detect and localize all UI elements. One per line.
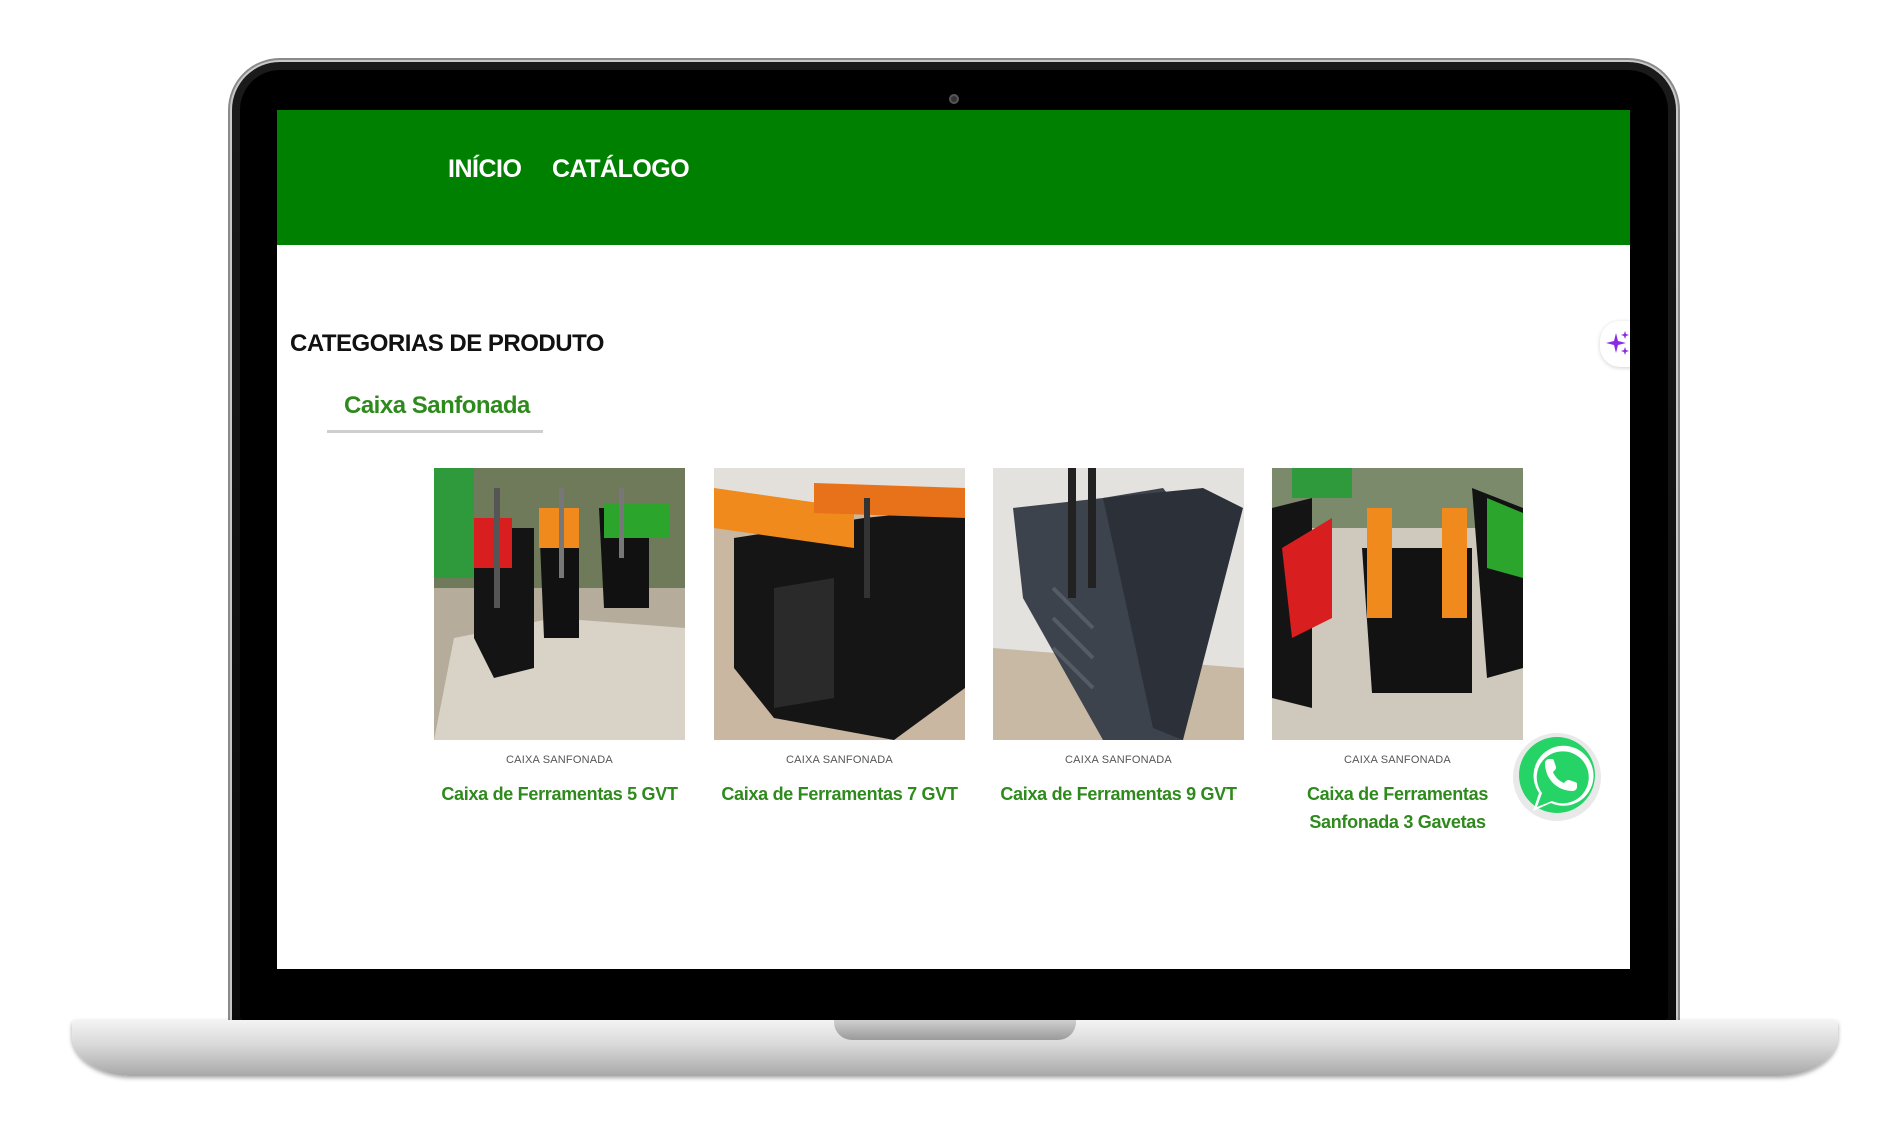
whatsapp-icon — [1513, 733, 1601, 821]
category-tab-label: Caixa Sanfonada — [344, 392, 530, 419]
website-screen: INÍCIO CATÁLOGO CATEGORIAS DE PRODUTO Ca… — [277, 110, 1630, 969]
nav-inicio[interactable]: INÍCIO — [448, 155, 522, 184]
whatsapp-button[interactable] — [1507, 727, 1607, 827]
ai-assistant-button[interactable] — [1600, 321, 1630, 367]
product-image[interactable] — [993, 468, 1244, 740]
section-title: CATEGORIAS DE PRODUTO — [290, 330, 604, 357]
product-image[interactable] — [434, 468, 685, 740]
product-card[interactable]: CAIXA SANFONADA Caixa de Ferramentas 5 G… — [434, 468, 685, 808]
nav-catalogo[interactable]: CATÁLOGO — [552, 155, 690, 184]
product-category: CAIXA SANFONADA — [786, 754, 893, 766]
product-title[interactable]: Caixa de Ferramentas 9 GVT — [993, 780, 1244, 808]
category-tab-caixa-sanfonada[interactable]: Caixa Sanfonada — [327, 390, 543, 433]
product-category: CAIXA SANFONADA — [1065, 754, 1172, 766]
webcam-icon — [949, 94, 959, 104]
product-category: CAIXA SANFONADA — [506, 754, 613, 766]
product-grid: CAIXA SANFONADA Caixa de Ferramentas 5 G… — [434, 468, 1523, 868]
product-category: CAIXA SANFONADA — [1344, 754, 1451, 766]
product-title[interactable]: Caixa de Ferramentas 5 GVT — [434, 780, 685, 808]
laptop-notch — [834, 1020, 1076, 1040]
product-card[interactable]: CAIXA SANFONADA Caixa de Ferramentas 9 G… — [993, 468, 1244, 808]
product-card[interactable]: CAIXA SANFONADA Caixa de Ferramentas 7 G… — [714, 468, 965, 808]
site-header: INÍCIO CATÁLOGO — [277, 110, 1630, 245]
product-image[interactable] — [714, 468, 965, 740]
product-title[interactable]: Caixa de Ferramentas Sanfonada 3 Gavetas — [1272, 780, 1523, 836]
product-title[interactable]: Caixa de Ferramentas 7 GVT — [714, 780, 965, 808]
product-image[interactable] — [1272, 468, 1523, 740]
product-card[interactable]: CAIXA SANFONADA Caixa de Ferramentas San… — [1272, 468, 1523, 836]
sparkle-icon — [1606, 331, 1629, 355]
